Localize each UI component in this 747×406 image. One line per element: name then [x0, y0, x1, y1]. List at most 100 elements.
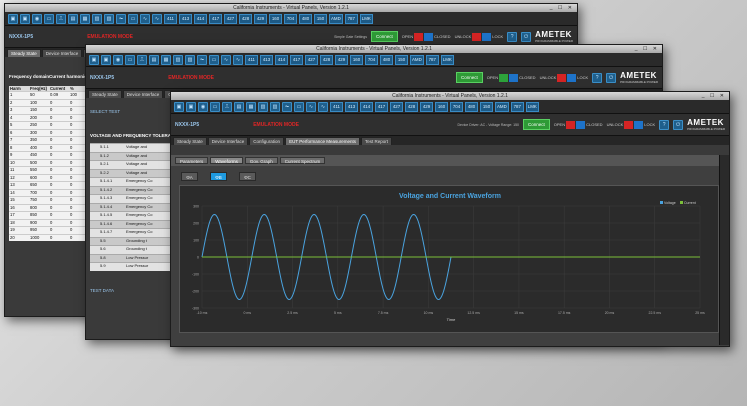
toolbar-button[interactable]: 427	[224, 13, 237, 24]
unlock-lock-toggle[interactable]: UNLOCK LOCK	[607, 120, 655, 129]
help-icon[interactable]: ?	[592, 72, 603, 83]
unlock-lock-toggle[interactable]: UNLOCK LOCK	[540, 73, 588, 82]
toolbar-button[interactable]: 480	[299, 13, 312, 24]
test-list-item[interactable]: 5.9 Low Pressur	[90, 262, 170, 271]
shutdown-icon[interactable]: ⏻	[521, 31, 532, 42]
tab-parameters[interactable]: Parameters	[175, 157, 209, 164]
tab-device-interface[interactable]: Device Interface	[122, 90, 164, 98]
toolbar-button[interactable]: 150	[395, 54, 408, 65]
toolbar-button[interactable]: 413	[345, 101, 358, 112]
phase-b-button[interactable]: ΦB	[210, 172, 227, 181]
test-list-item[interactable]: 5.1.4.2 Emergency Co	[90, 185, 170, 194]
toolbar-button[interactable]: 429	[254, 13, 267, 24]
chart-icon[interactable]: ▦	[161, 54, 171, 65]
bars-icon[interactable]: ▥	[104, 13, 114, 24]
window-controls[interactable]: _ ☐ ✕	[550, 4, 574, 12]
tab-waveforms[interactable]: Waveforms	[210, 157, 243, 164]
test-list-item[interactable]: 5.8 Low Pressur	[90, 253, 170, 262]
panel-icon[interactable]: ▭	[210, 101, 220, 112]
step-icon[interactable]: ⏦	[197, 54, 207, 65]
toolbar-button[interactable]: 480	[380, 54, 393, 65]
toolbar-button[interactable]: 428	[239, 13, 252, 24]
toolbar-button[interactable]: AMD	[329, 13, 343, 24]
sine-icon[interactable]: ∿	[152, 13, 162, 24]
tab-steady-state[interactable]: Steady State	[7, 49, 41, 57]
panel-icon[interactable]: ▭	[125, 54, 135, 65]
toolbar-button[interactable]: 160	[350, 54, 363, 65]
tab-device-interface[interactable]: Device Interface	[41, 49, 83, 57]
toolbar-button[interactable]: 417	[209, 13, 222, 24]
phase-c-button[interactable]: ΦC	[239, 172, 256, 181]
shutdown-icon[interactable]: ⏻	[606, 72, 617, 83]
toolbar-button[interactable]: LMK	[359, 13, 373, 24]
test-list-item[interactable]: 5.1.1 Voltage and	[90, 143, 170, 152]
tab-test-report[interactable]: Test Report	[361, 137, 393, 145]
test-list-item[interactable]: 5.1.4.5 Emergency Co	[90, 211, 170, 220]
home-icon[interactable]: ▣	[174, 101, 184, 112]
test-list-item[interactable]: 5.1.4.1 Emergency Co	[90, 177, 170, 186]
test-list-item[interactable]: 5.1.4.4 Emergency Co	[90, 202, 170, 211]
toolbar-button[interactable]: LMK	[525, 101, 539, 112]
toolbar-button[interactable]: 787	[425, 54, 439, 65]
table-icon[interactable]: ▤	[234, 101, 244, 112]
toolbar-button[interactable]: 429	[335, 54, 348, 65]
toolbar-button[interactable]: AMD	[410, 54, 424, 65]
toolbar-button[interactable]: 787	[510, 101, 524, 112]
toolbar-button[interactable]: LMK	[440, 54, 454, 65]
test-list-item[interactable]: 5.6 Grounding t	[90, 245, 170, 254]
tab-configuration[interactable]: Configuration	[249, 137, 285, 145]
test-list-item[interactable]: 5.2.2 Voltage and	[90, 168, 170, 177]
toolbar-button[interactable]: 414	[194, 13, 207, 24]
grid-icon[interactable]: ▣	[186, 101, 196, 112]
toolbar-button[interactable]: 150	[314, 13, 327, 24]
sine-icon[interactable]: ∿	[318, 101, 328, 112]
tab-steady-state[interactable]: Steady State	[173, 137, 207, 145]
table-icon[interactable]: ▤	[68, 13, 78, 24]
pulse-icon[interactable]: ⎍	[56, 13, 66, 24]
toolbar-button[interactable]: 411	[245, 54, 258, 65]
toolbar-button[interactable]: 787	[344, 13, 358, 24]
scope-icon[interactable]: ◉	[113, 54, 123, 65]
tab-gov-graph[interactable]: Gov. Graph	[244, 157, 278, 164]
connect-button[interactable]: Connect	[371, 31, 398, 42]
chart-icon[interactable]: ▦	[246, 101, 256, 112]
tab-current-spectrum[interactable]: Current Spectrum	[279, 157, 326, 164]
open-closed-toggle[interactable]: OPEN CLOSED	[554, 120, 603, 129]
pulse-icon[interactable]: ⎍	[222, 101, 232, 112]
home-icon[interactable]: ▣	[8, 13, 18, 24]
toolbar-button[interactable]: 429	[420, 101, 433, 112]
panel-icon[interactable]: ▭	[294, 101, 304, 112]
toolbar-button[interactable]: 417	[290, 54, 303, 65]
bars-icon[interactable]: ▥	[185, 54, 195, 65]
toolbar-button[interactable]: 428	[405, 101, 418, 112]
toolbar-button[interactable]: 417	[375, 101, 388, 112]
toolbar-button[interactable]: 150	[480, 101, 493, 112]
test-list-item[interactable]: 5.1.4.3 Emergency Co	[90, 194, 170, 203]
chart-icon[interactable]: ▦	[80, 13, 90, 24]
toolbar-button[interactable]: AMD	[495, 101, 509, 112]
sine-icon[interactable]: ∿	[140, 13, 150, 24]
test-list-item[interactable]: 5.5 Grounding t	[90, 236, 170, 245]
bars-icon[interactable]: ▥	[258, 101, 268, 112]
toolbar-button[interactable]: 428	[320, 54, 333, 65]
grid-icon[interactable]: ▣	[20, 13, 30, 24]
scope-icon[interactable]: ◉	[32, 13, 42, 24]
toolbar-button[interactable]: 427	[390, 101, 403, 112]
phase-a-button[interactable]: ΦA	[181, 172, 198, 181]
test-list-item[interactable]: 5.2.1 Voltage and	[90, 160, 170, 169]
toolbar-button[interactable]: 704	[365, 54, 378, 65]
bars-icon[interactable]: ▥	[173, 54, 183, 65]
help-icon[interactable]: ?	[659, 119, 670, 130]
toolbar-button[interactable]: 414	[275, 54, 288, 65]
connect-button[interactable]: Connect	[523, 119, 550, 130]
toolbar-button[interactable]: 411	[164, 13, 177, 24]
toolbar-button[interactable]: 414	[360, 101, 373, 112]
step-icon[interactable]: ⏦	[282, 101, 292, 112]
scope-icon[interactable]: ◉	[198, 101, 208, 112]
toolbar-button[interactable]: 411	[330, 101, 343, 112]
tab-steady-state[interactable]: Steady State	[88, 90, 122, 98]
window-controls[interactable]: _ ☐ ✕	[635, 45, 659, 53]
test-list-item[interactable]: 5.1.4.6 Emergency Co	[90, 219, 170, 228]
toolbar-button[interactable]: 160	[435, 101, 448, 112]
test-list-item[interactable]: 5.1.2 Voltage and	[90, 151, 170, 160]
